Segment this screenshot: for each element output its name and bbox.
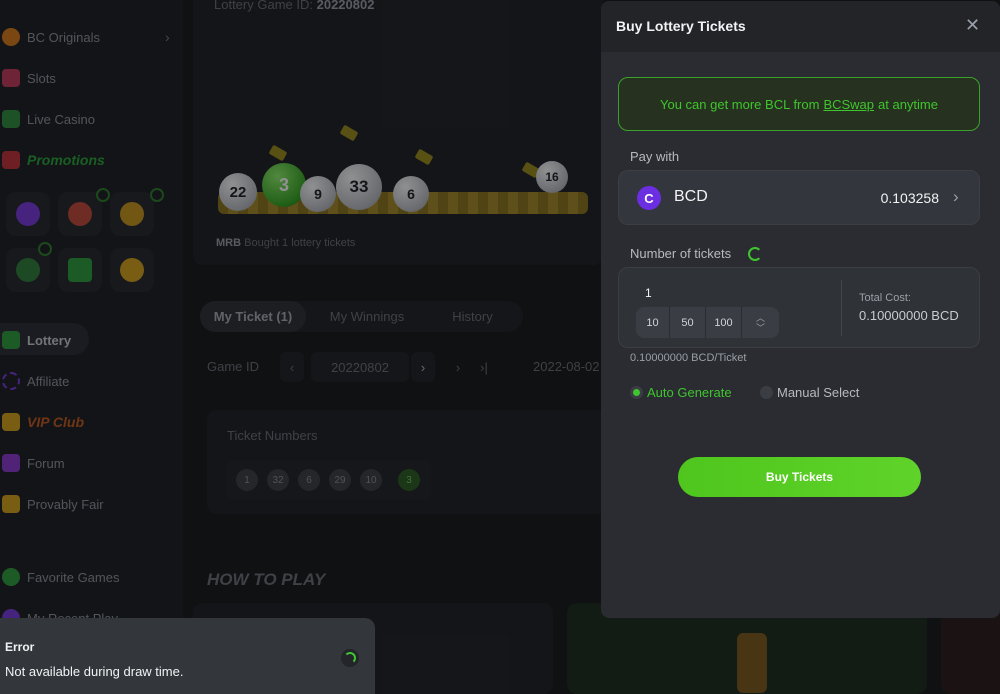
pay-with-label: Pay with xyxy=(630,149,680,164)
quick-amount-10[interactable]: 10 xyxy=(636,307,670,338)
buy-tickets-modal: Buy Lottery Tickets ✕ You can get more B… xyxy=(601,1,1000,618)
close-icon[interactable]: ✕ xyxy=(965,16,980,34)
quick-amount-100[interactable]: 100 xyxy=(706,307,742,338)
currency-selector[interactable]: C BCD 0.103258 › xyxy=(618,170,980,225)
chevron-up-icon[interactable]: ︿ xyxy=(756,313,765,323)
total-cost-value: 0.10000000 BCD xyxy=(859,308,959,323)
ticket-quantity-box: 1 10 50 100 ︿ ﹀ Total Cost: 0.10000000 B… xyxy=(618,267,980,348)
buy-tickets-button[interactable]: Buy Tickets xyxy=(678,457,921,497)
banner-text-suffix: at anytime xyxy=(878,96,938,112)
chevron-down-icon[interactable]: ﹀ xyxy=(756,323,765,333)
banner-text: You can get more BCL from xyxy=(659,96,820,112)
loading-icon xyxy=(341,649,359,667)
auto-generate-label[interactable]: Auto Generate xyxy=(647,385,732,400)
manual-select-label[interactable]: Manual Select xyxy=(777,385,859,400)
quantity-stepper[interactable]: ︿ ﹀ xyxy=(742,307,779,338)
toast-title: Error xyxy=(5,640,35,654)
refresh-icon[interactable] xyxy=(748,247,762,261)
number-of-tickets-label: Number of tickets xyxy=(630,246,732,261)
modal-header: Buy Lottery Tickets ✕ xyxy=(601,1,1000,52)
total-cost-label: Total Cost: xyxy=(859,292,911,304)
auto-generate-radio[interactable] xyxy=(630,386,643,399)
bcd-coin-icon: C xyxy=(637,186,661,210)
manual-select-radio[interactable] xyxy=(760,386,773,399)
currency-balance: 0.103258 xyxy=(880,190,939,206)
chevron-right-icon: › xyxy=(953,187,959,206)
price-per-ticket: 0.10000000 BCD/Ticket xyxy=(630,352,747,364)
modal-title: Buy Lottery Tickets xyxy=(616,18,746,34)
quick-amount-group: 10 50 100 ︿ ﹀ xyxy=(636,307,779,338)
error-toast: Error Not available during draw time. xyxy=(0,618,375,694)
divider xyxy=(841,280,842,336)
quick-amount-50[interactable]: 50 xyxy=(670,307,706,338)
toast-message: Not available during draw time. xyxy=(5,664,184,679)
ticket-count-input[interactable]: 1 xyxy=(645,286,652,300)
currency-name: BCD xyxy=(674,188,708,205)
bcswap-banner: You can get more BCL from BCSwap at anyt… xyxy=(618,77,980,131)
bcswap-link[interactable]: BCSwap xyxy=(823,97,874,112)
